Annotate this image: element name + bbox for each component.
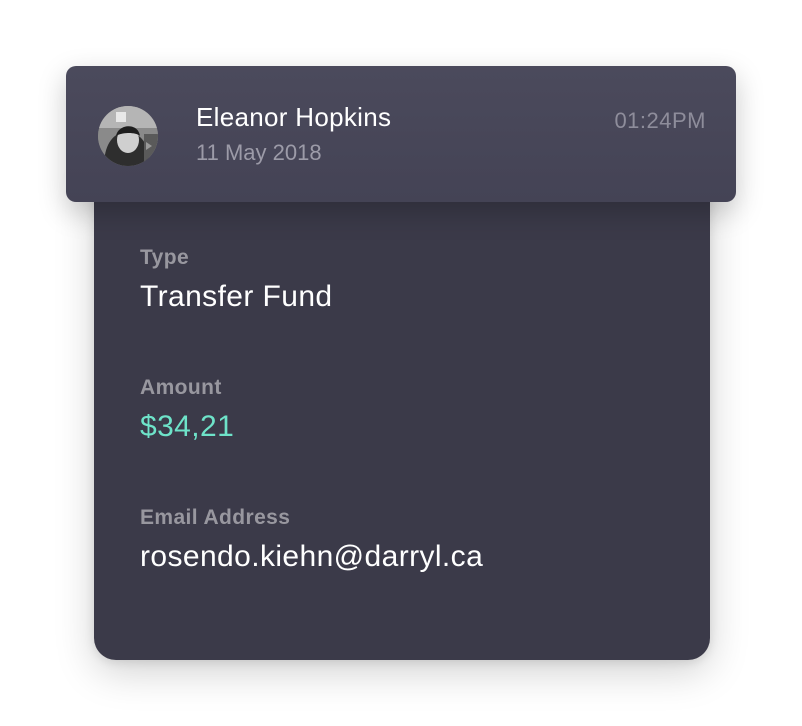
user-name: Eleanor Hopkins: [196, 102, 392, 132]
amount-label: Amount: [140, 376, 222, 399]
email-label: Email Address: [140, 506, 291, 529]
transaction-card-stage: Type Transfer Fund Amount $34,21 Email A…: [0, 0, 802, 726]
transaction-date: 11 May 2018: [196, 140, 322, 165]
email-field: Email Address rosendo.kiehn@darryl.ca: [140, 506, 483, 574]
email-value[interactable]: rosendo.kiehn@darryl.ca: [140, 540, 483, 574]
user-avatar-icon: [98, 106, 158, 166]
transaction-time: 01:24PM: [614, 108, 706, 133]
amount-field: Amount $34,21: [140, 376, 234, 444]
type-label: Type: [140, 246, 190, 269]
type-field: Type Transfer Fund: [140, 246, 333, 314]
type-value: Transfer Fund: [140, 280, 333, 313]
amount-value: $34,21: [140, 410, 235, 443]
avatar[interactable]: [98, 106, 158, 166]
transaction-details-card: Type Transfer Fund Amount $34,21 Email A…: [94, 170, 710, 660]
transaction-header[interactable]: Eleanor Hopkins 11 May 2018 01:24PM: [66, 66, 736, 202]
